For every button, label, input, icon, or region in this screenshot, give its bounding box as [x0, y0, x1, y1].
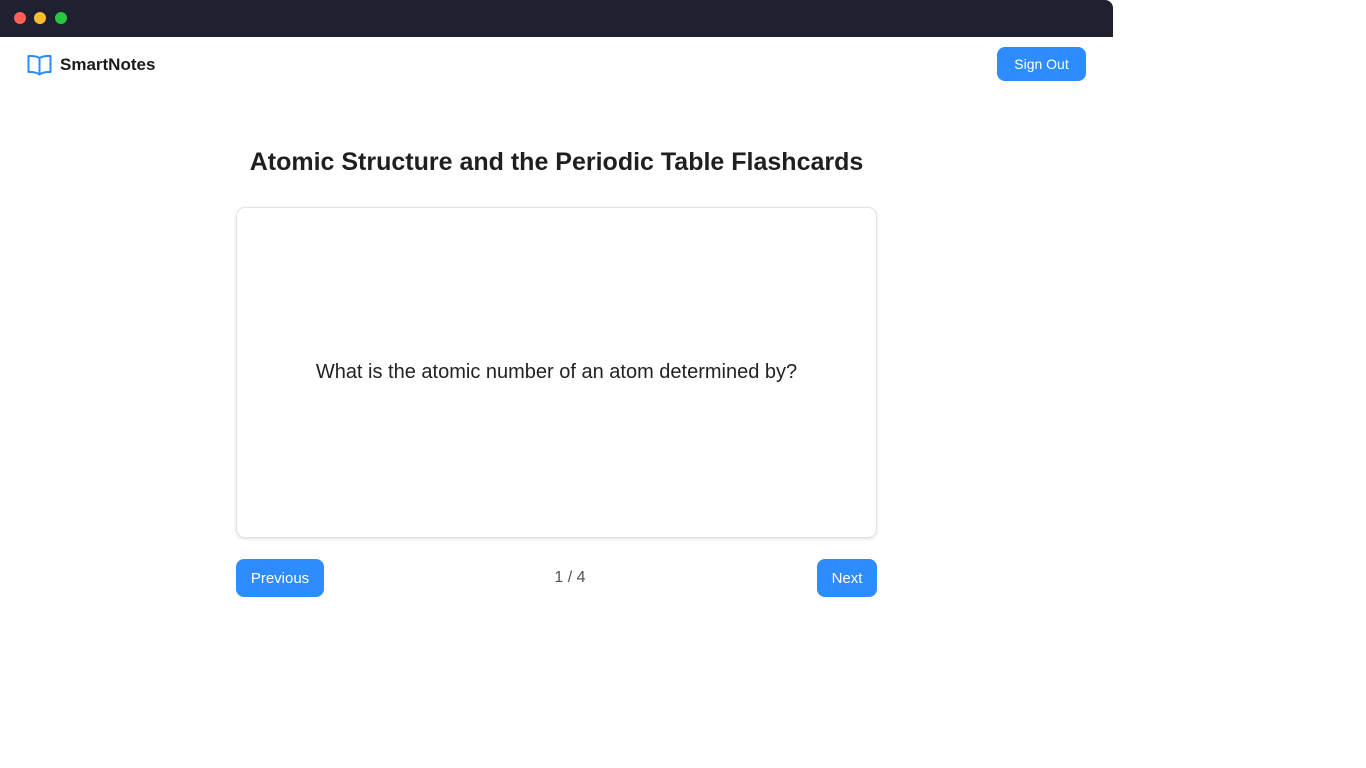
- page-title: Atomic Structure and the Periodic Table …: [249, 148, 864, 176]
- navbar: SmartNotes Sign Out: [0, 37, 1113, 93]
- brand-link[interactable]: SmartNotes: [27, 52, 155, 78]
- flashcard[interactable]: What is the atomic number of an atom det…: [236, 207, 877, 538]
- brand-name: SmartNotes: [60, 55, 156, 74]
- open-book-icon: [27, 53, 52, 77]
- flashcard-question: What is the atomic number of an atom det…: [315, 361, 798, 383]
- next-button[interactable]: Next: [817, 559, 877, 597]
- app-window: SmartNotes Sign Out Atomic Structure and…: [0, 0, 1113, 768]
- card-counter: 1 / 4: [554, 569, 586, 586]
- maximize-window-button[interactable]: [55, 12, 67, 24]
- previous-button[interactable]: Previous: [236, 559, 324, 597]
- close-window-button[interactable]: [14, 12, 26, 24]
- window-titlebar: [0, 0, 1113, 37]
- sign-out-button[interactable]: Sign Out: [997, 47, 1086, 81]
- minimize-window-button[interactable]: [34, 12, 46, 24]
